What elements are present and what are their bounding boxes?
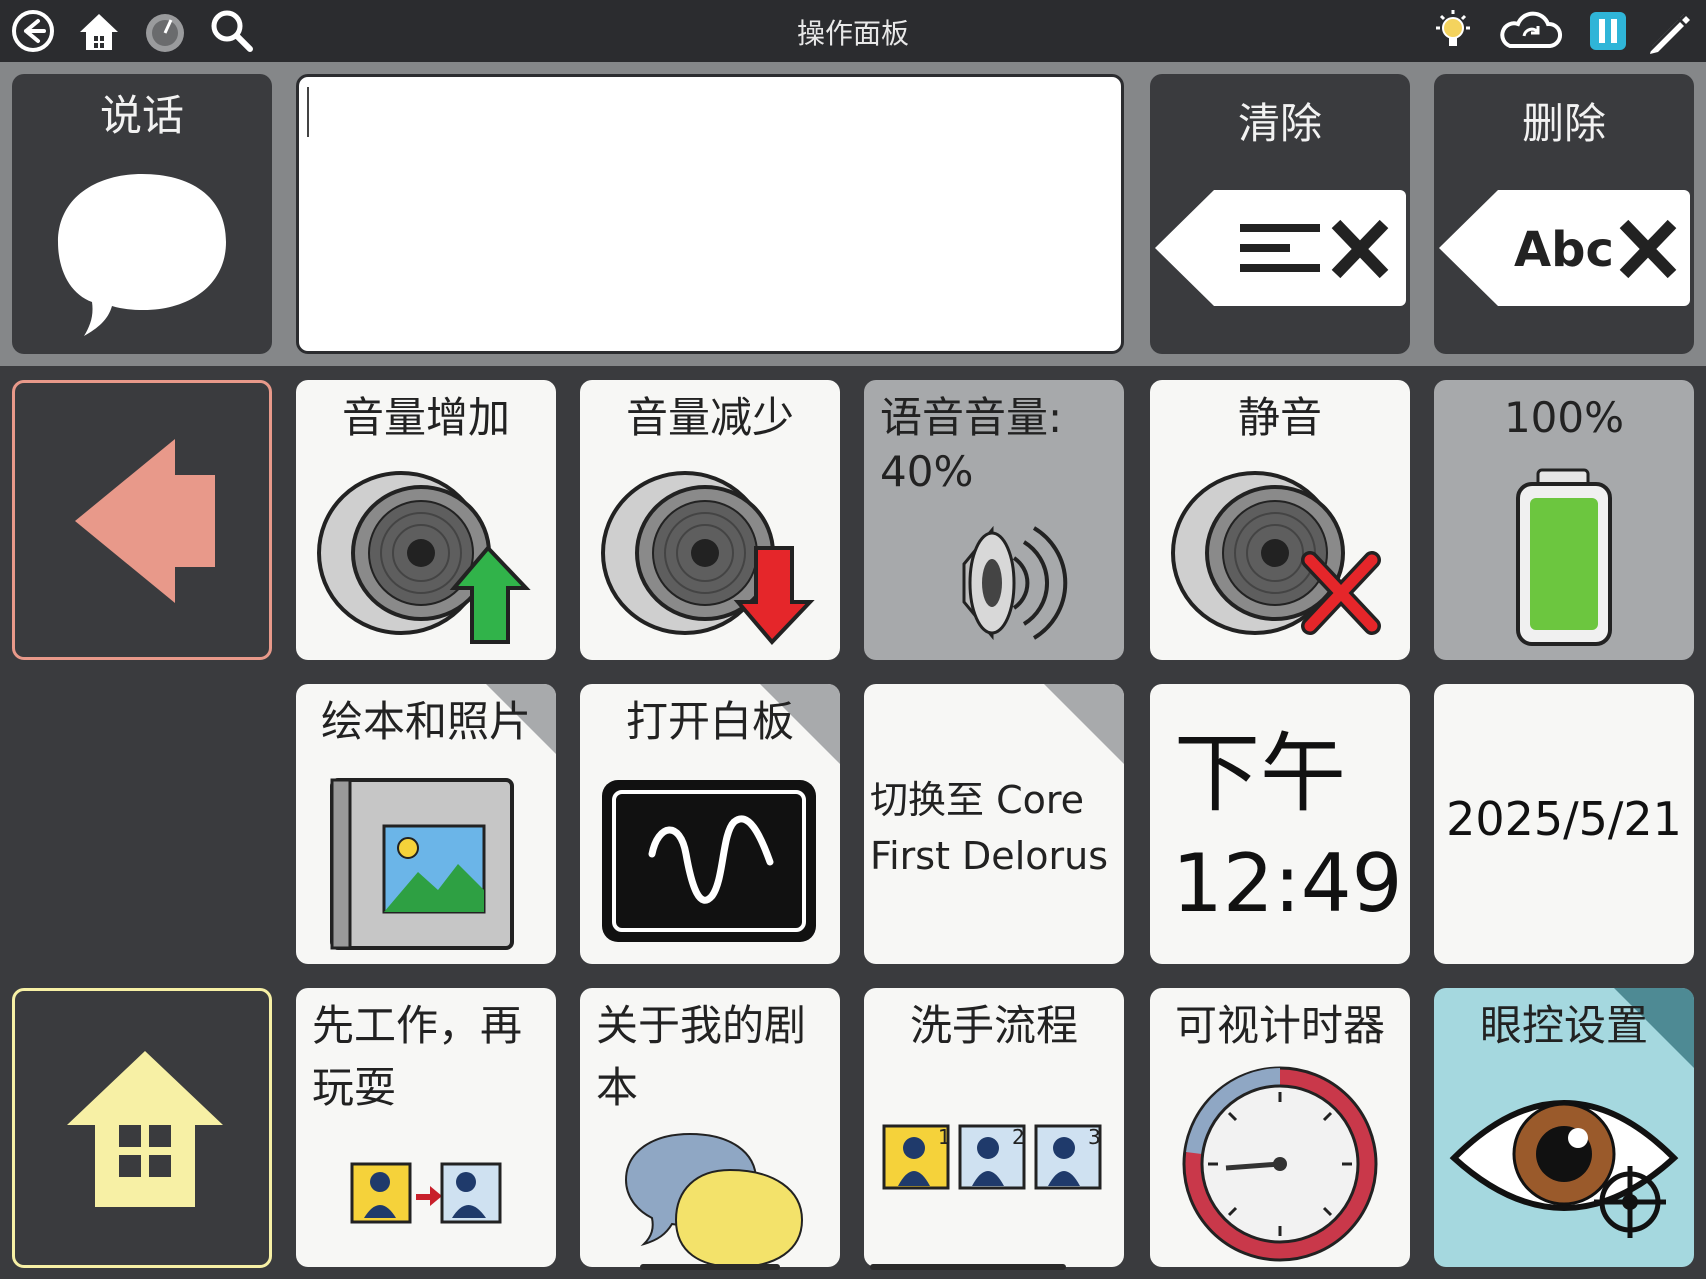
eye-tracking-icon: [1449, 1100, 1679, 1238]
svg-text:1: 1: [938, 1125, 951, 1149]
handwashing-sequence-icon: 1 2 3: [882, 1124, 1102, 1190]
voice-volume-button[interactable]: 语音音量: 40%: [864, 380, 1124, 660]
folder-corner: [1044, 684, 1124, 764]
top-bar: 操作面板: [0, 0, 1706, 62]
scroll-indicator: [870, 1264, 1066, 1270]
clock-time: 12:49: [1172, 837, 1403, 930]
battery-status: 100%: [1434, 380, 1694, 660]
switch-vocabulary-label: 切换至 Core First Delorus: [870, 778, 1109, 878]
conversation-bubbles-icon: [624, 1132, 804, 1267]
first-then-button[interactable]: 先工作，再 玩耍: [296, 988, 556, 1267]
delete-button[interactable]: 删除 Abc: [1434, 74, 1694, 354]
speech-bubble-icon: [58, 174, 226, 336]
social-story-button[interactable]: 关于我的剧 本: [580, 988, 840, 1267]
clock-display: 下午 12:49: [1150, 684, 1410, 964]
volume-down-button[interactable]: 音量减少: [580, 380, 840, 660]
battery-icon: [1516, 468, 1612, 646]
home-house-icon: [67, 1051, 223, 1207]
date-display: 2025/5/21: [1434, 684, 1694, 964]
dashboard-icon[interactable]: [140, 6, 190, 56]
volume-down-icon: [601, 471, 815, 645]
svg-text:2: 2: [1012, 1125, 1025, 1149]
svg-text:Abc: Abc: [1514, 222, 1614, 278]
switch-vocabulary-button[interactable]: 切换至 Core First Delorus: [864, 684, 1124, 964]
speaker-icon: [962, 525, 1068, 641]
time-period: 下午: [1174, 724, 1346, 824]
text-cursor: [307, 87, 309, 137]
photo-book-icon: [330, 778, 514, 950]
speak-button[interactable]: 说话: [12, 74, 272, 354]
svg-text:3: 3: [1088, 1125, 1101, 1149]
pause-icon[interactable]: [1582, 6, 1632, 56]
whiteboard-button[interactable]: 打开白板: [580, 684, 840, 964]
timer-icon: [1182, 1066, 1378, 1262]
clear-button[interactable]: 清除: [1150, 74, 1410, 354]
search-icon[interactable]: [206, 6, 256, 56]
whiteboard-icon: [602, 780, 816, 942]
home-button[interactable]: [12, 988, 272, 1268]
eye-gaze-settings-button[interactable]: 眼控设置: [1434, 988, 1694, 1267]
picture-books-button[interactable]: 绘本和照片: [296, 684, 556, 964]
cloud-sync-icon[interactable]: [1496, 6, 1566, 56]
back-icon[interactable]: [8, 6, 58, 56]
home-icon[interactable]: [74, 6, 124, 56]
edit-icon[interactable]: [1644, 6, 1694, 56]
visual-timer-button[interactable]: 可视计时器: [1150, 988, 1410, 1267]
clear-all-icon: [1155, 190, 1406, 306]
volume-up-icon: [317, 471, 531, 644]
back-arrow-icon: [75, 439, 215, 603]
volume-up-button[interactable]: 音量增加: [296, 380, 556, 660]
date-value: 2025/5/21: [1446, 792, 1682, 846]
delete-word-icon: Abc: [1439, 190, 1690, 306]
mute-icon: [1171, 471, 1381, 635]
message-text-field[interactable]: [296, 74, 1124, 354]
go-back-button[interactable]: [12, 380, 272, 660]
scroll-indicator: [640, 1264, 780, 1270]
handwashing-button[interactable]: 洗手流程 1 2 3: [864, 988, 1124, 1267]
lightbulb-icon[interactable]: [1428, 6, 1478, 56]
first-then-icon: [350, 1162, 502, 1224]
mute-button[interactable]: 静音: [1150, 380, 1410, 660]
